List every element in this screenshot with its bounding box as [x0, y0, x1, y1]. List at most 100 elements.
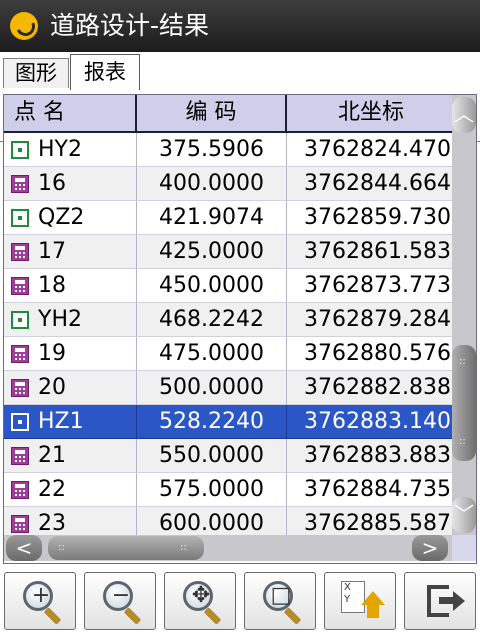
cell-code: 400.0000: [137, 167, 287, 201]
cell-north: 3762861.5837: [287, 235, 457, 269]
scroll-down-icon[interactable]: ﹀: [452, 497, 476, 533]
magnifier-handle: [43, 607, 62, 625]
point-icon: [11, 413, 29, 431]
point-name-text: 18: [38, 273, 66, 298]
cell-code: 475.0000: [137, 337, 287, 371]
cell-point-name: 22: [4, 473, 137, 507]
cell-code: 528.2240: [137, 405, 287, 439]
cell-point-name: HY2: [4, 133, 137, 167]
table-header: 点 名 编 码 北坐标: [4, 95, 457, 133]
cell-point-name: 16: [4, 167, 137, 201]
point-name-text: 21: [38, 443, 66, 468]
table-row[interactable]: HY2 375.5906 3762824.4704: [4, 133, 457, 167]
cell-point-name: YH2: [4, 303, 137, 337]
cell-code: 550.0000: [137, 439, 287, 473]
cell-point-name: 20: [4, 371, 137, 405]
cell-point-name: QZ2: [4, 201, 137, 235]
app-title: 道路设计-结果: [50, 11, 210, 40]
cell-north: 3762883.8830: [287, 439, 457, 473]
point-name-text: 17: [38, 239, 66, 264]
tab-strip: 图形 报表: [0, 52, 480, 142]
scroll-up-icon[interactable]: ︿: [452, 97, 476, 133]
report-table: 点 名 编 码 北坐标 HY2 375.5906 3762824.4704 16 400…: [3, 94, 477, 564]
zoom-out-icon: −: [103, 581, 133, 611]
cell-code: 421.9074: [137, 201, 287, 235]
cell-north: 3762879.2844: [287, 303, 457, 337]
cell-code: 575.0000: [137, 473, 287, 507]
exit-arrow-head: [453, 591, 465, 611]
vertical-scrollbar[interactable]: ︿ :: :: ﹀: [452, 95, 476, 535]
calculator-icon: [11, 277, 29, 295]
calculator-icon: [11, 379, 29, 397]
tab-report[interactable]: 报表: [70, 54, 140, 90]
table-row[interactable]: 18 450.0000 3762873.7735: [4, 269, 457, 303]
horizontal-scrollbar[interactable]: < :: :: >: [4, 535, 452, 561]
calculator-icon: [11, 345, 29, 363]
horizontal-scroll-thumb[interactable]: :: ::: [48, 536, 204, 560]
cell-code: 425.0000: [137, 235, 287, 269]
calculator-icon: [11, 447, 29, 465]
cell-code: 500.0000: [137, 371, 287, 405]
calculator-icon: [11, 243, 29, 261]
cell-point-name: 17: [4, 235, 137, 269]
calculator-icon: [11, 175, 29, 193]
zoom-in-button[interactable]: +: [4, 572, 76, 630]
magnifier-handle: [203, 607, 222, 625]
column-header-code[interactable]: 编 码: [137, 95, 287, 133]
point-icon: [11, 311, 29, 329]
cell-north: 3762882.8385: [287, 371, 457, 405]
vertical-scroll-thumb[interactable]: :: ::: [452, 345, 476, 461]
export-button[interactable]: X Y: [324, 572, 396, 630]
cell-point-name: 21: [4, 439, 137, 473]
scroll-left-icon[interactable]: <: [6, 535, 42, 561]
app-logo-icon: [10, 12, 38, 40]
scroll-right-icon[interactable]: >: [412, 535, 448, 561]
calculator-icon: [11, 515, 29, 533]
zoom-out-button[interactable]: −: [84, 572, 156, 630]
grip-icon: ::: [459, 356, 466, 367]
cell-code: 468.2242: [137, 303, 287, 337]
cell-north: 3762844.6647: [287, 167, 457, 201]
cell-point-name: 18: [4, 269, 137, 303]
grip-icon: ::: [180, 542, 187, 553]
square-glyph: □: [270, 583, 292, 608]
table-row[interactable]: 19 475.0000 3762880.5768: [4, 337, 457, 371]
cell-north: 3762859.7305: [287, 201, 457, 235]
point-name-text: HY2: [38, 137, 82, 162]
point-name-text: YH2: [38, 307, 82, 332]
point-name-text: HZ1: [38, 409, 84, 434]
table-row[interactable]: 20 500.0000 3762882.8385: [4, 371, 457, 405]
table-row[interactable]: 17 425.0000 3762861.5837: [4, 235, 457, 269]
table-row[interactable]: YH2 468.2242 3762879.2844: [4, 303, 457, 337]
point-name-text: QZ2: [38, 205, 85, 230]
point-icon: [11, 209, 29, 227]
point-name-text: 19: [38, 341, 66, 366]
zoom-extent-button[interactable]: □: [244, 572, 316, 630]
column-header-point-name[interactable]: 点 名: [4, 95, 137, 133]
cell-north: 3762824.4704: [287, 133, 457, 167]
bottom-toolbar: + − ✥ □ X Y: [0, 566, 480, 640]
column-header-north[interactable]: 北坐标: [287, 95, 457, 133]
plus-glyph: +: [31, 583, 51, 608]
cell-north: 3762883.1406: [287, 405, 457, 439]
upload-arrow-stem: [367, 604, 379, 618]
point-name-text: 16: [38, 171, 66, 196]
cell-north: 3762884.7354: [287, 473, 457, 507]
table-row[interactable]: QZ2 421.9074 3762859.7305: [4, 201, 457, 235]
cell-point-name: 19: [4, 337, 137, 371]
cell-code: 450.0000: [137, 269, 287, 303]
zoom-in-icon: +: [23, 581, 53, 611]
table-row[interactable]: 16 400.0000 3762844.6647: [4, 167, 457, 201]
pan-button[interactable]: ✥: [164, 572, 236, 630]
exit-button[interactable]: [404, 572, 476, 630]
grip-icon: ::: [58, 542, 65, 553]
minus-glyph: −: [111, 583, 131, 608]
point-name-text: 20: [38, 375, 66, 400]
tab-graphic[interactable]: 图形: [3, 58, 69, 88]
title-bar: 道路设计-结果: [0, 0, 480, 52]
table-row[interactable]: 22 575.0000 3762884.7354: [4, 473, 457, 507]
cell-code: 375.5906: [137, 133, 287, 167]
table-row[interactable]: 21 550.0000 3762883.8830: [4, 439, 457, 473]
grip-icon: ::: [459, 436, 466, 447]
table-row[interactable]: HZ1 528.2240 3762883.1406: [4, 405, 457, 439]
